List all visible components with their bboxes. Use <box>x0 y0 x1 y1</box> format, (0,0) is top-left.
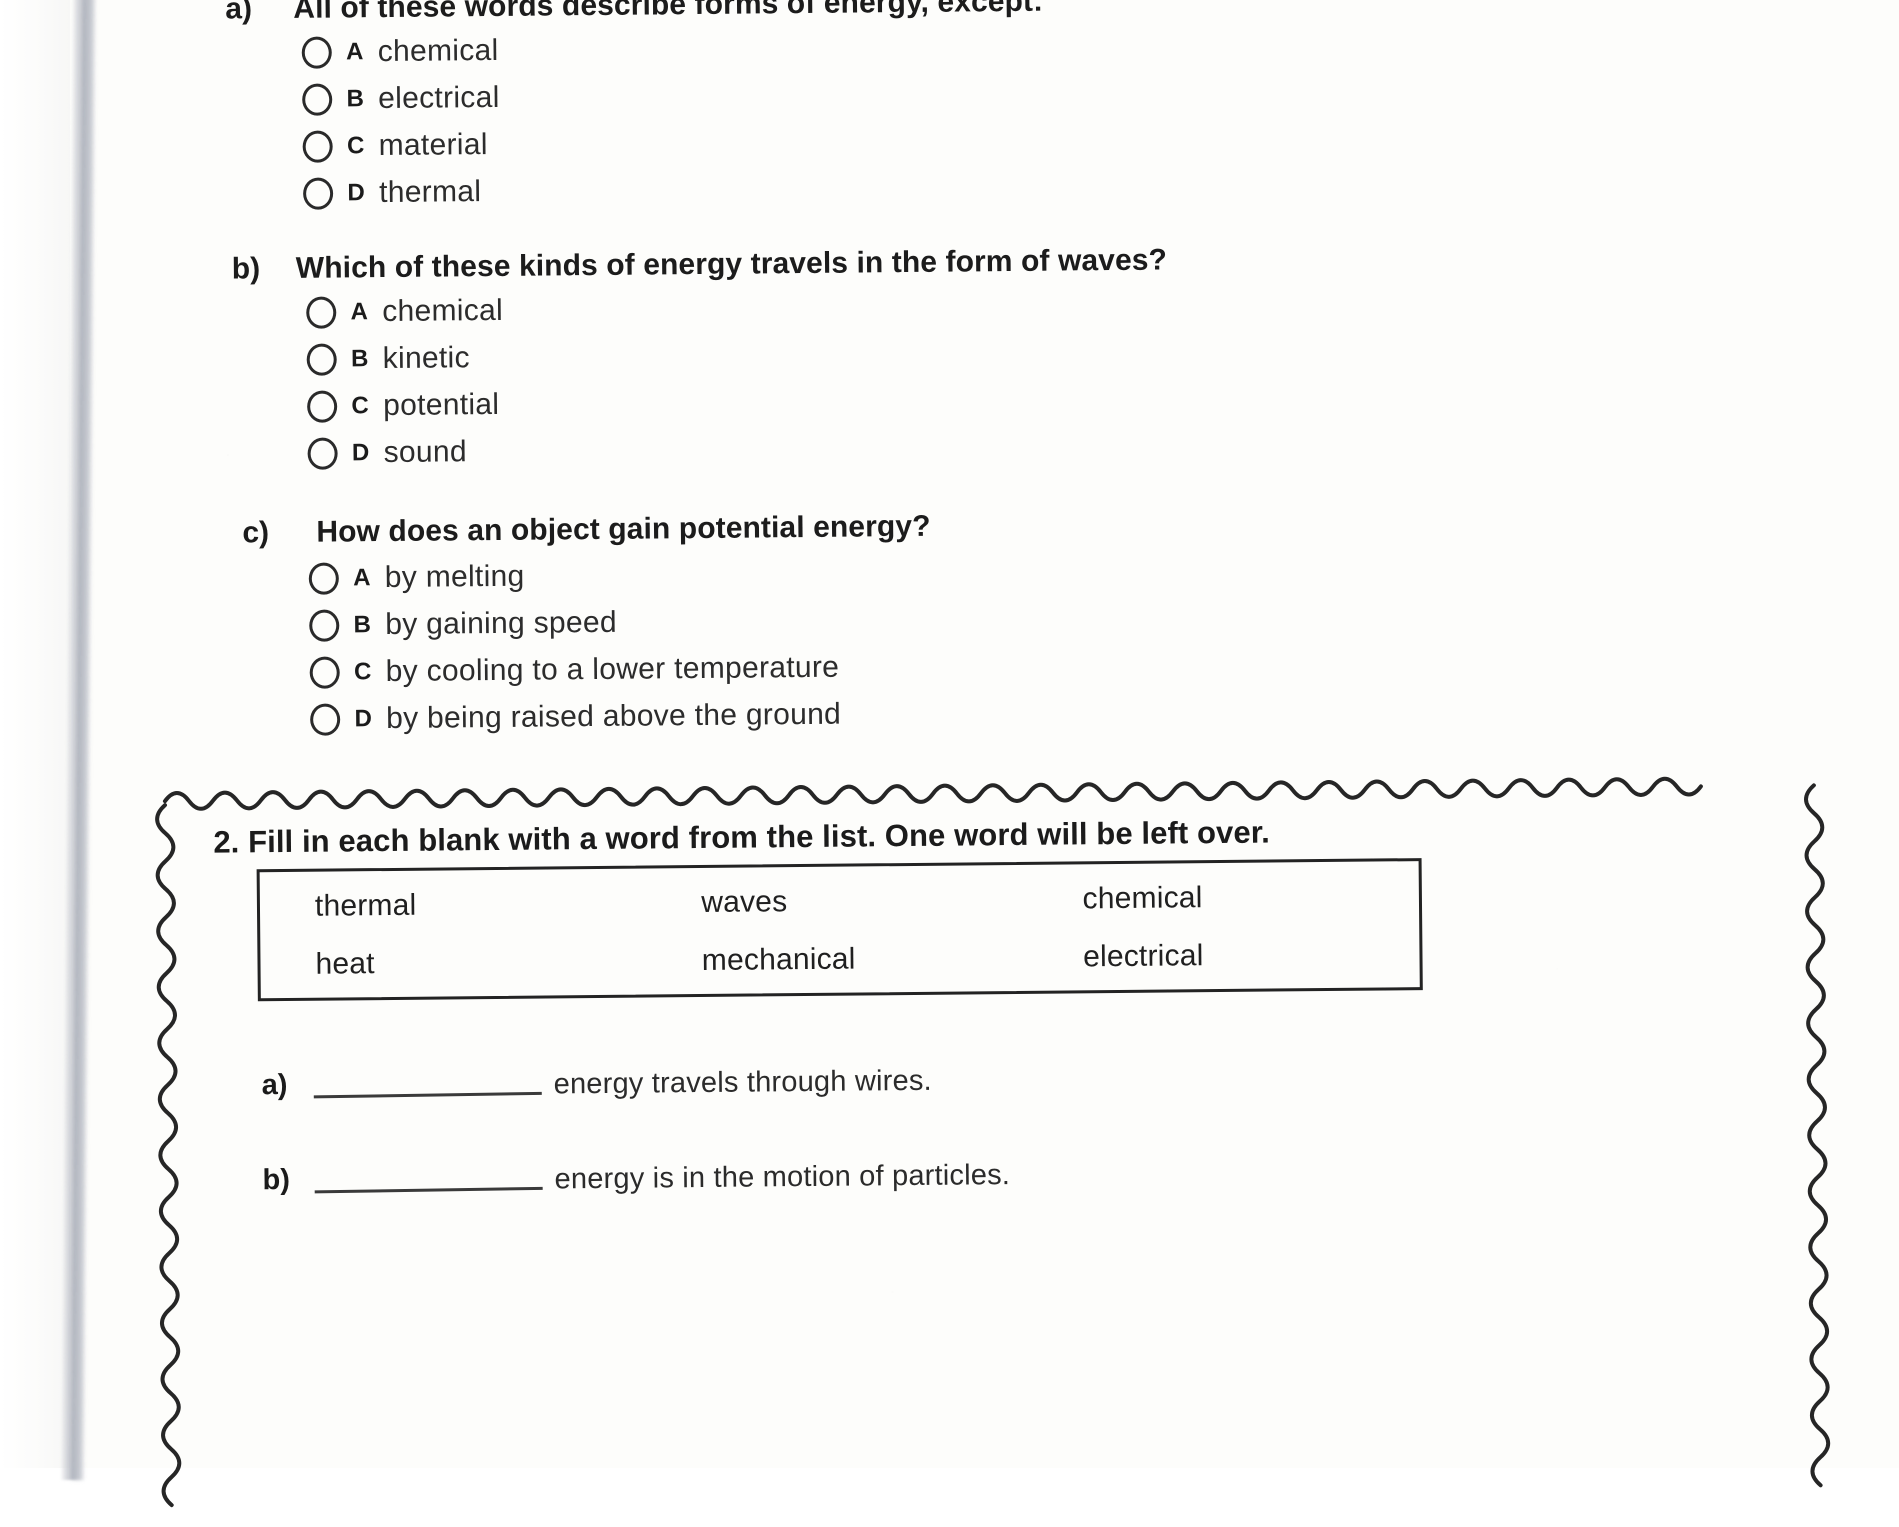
option-letter: A <box>350 298 369 326</box>
word-bank-word: thermal <box>314 888 417 923</box>
option-text: by being raised above the ground <box>386 697 842 736</box>
word-bank-word: chemical <box>1082 881 1203 916</box>
answer-bubble-icon[interactable] <box>307 437 338 470</box>
option-text: material <box>378 128 488 163</box>
answer-bubble-icon[interactable] <box>302 83 333 116</box>
option-letter: D <box>354 705 372 733</box>
option-letter: B <box>350 345 369 373</box>
option-row[interactable]: C by cooling to a lower temperature <box>309 650 840 690</box>
option-row[interactable]: A by melting <box>308 559 525 596</box>
word-bank-word: waves <box>701 885 788 919</box>
option-text: kinetic <box>382 341 471 376</box>
option-text: by melting <box>384 559 525 595</box>
option-text: thermal <box>378 175 482 210</box>
question-b-letter: b) <box>231 252 261 286</box>
option-letter: A <box>353 564 371 592</box>
question-2-callout: 2. Fill in each blank with a word from t… <box>151 749 1831 1508</box>
option-row[interactable]: C potential <box>307 388 499 424</box>
option-text: electrical <box>378 80 500 116</box>
option-text: potential <box>383 387 500 423</box>
fill-blank-row-b[interactable]: b) energy is in the motion of particles. <box>262 1157 1010 1199</box>
word-bank-box: thermal waves chemical heat mechanical e… <box>256 858 1423 1002</box>
worksheet-page: a) All of these words describe forms of … <box>0 0 1899 1508</box>
option-row[interactable]: D sound <box>307 435 467 471</box>
fill-blank-text: energy is in the motion of particles. <box>554 1159 1011 1196</box>
fill-blank-text: energy travels through wires. <box>553 1064 932 1101</box>
option-letter: A <box>345 38 364 66</box>
option-letter: C <box>346 132 365 160</box>
answer-blank-input[interactable] <box>314 1186 543 1194</box>
answer-bubble-icon[interactable] <box>309 609 340 642</box>
option-row[interactable]: D thermal <box>302 175 482 211</box>
option-row[interactable]: A chemical <box>301 33 499 70</box>
option-letter: D <box>351 439 370 467</box>
option-text: by gaining speed <box>385 605 618 642</box>
answer-bubble-icon[interactable] <box>306 343 337 376</box>
answer-bubble-icon[interactable] <box>306 296 337 329</box>
option-row[interactable]: B electrical <box>302 81 500 117</box>
question-c-letter: c) <box>242 516 270 550</box>
question-a-stem: All of these words describe forms of ene… <box>293 0 1044 25</box>
answer-bubble-icon[interactable] <box>308 562 339 595</box>
word-bank-word: electrical <box>1082 939 1204 974</box>
option-row[interactable]: B kinetic <box>306 341 471 377</box>
option-text: chemical <box>377 33 499 69</box>
word-bank-word: heat <box>315 947 375 981</box>
answer-bubble-icon[interactable] <box>301 36 332 69</box>
option-row[interactable]: A chemical <box>306 294 503 330</box>
option-letter: B <box>346 85 365 113</box>
answer-bubble-icon[interactable] <box>307 390 338 423</box>
fill-blank-row-a[interactable]: a) energy travels through wires. <box>262 1063 932 1104</box>
word-bank-word: mechanical <box>701 942 856 977</box>
option-letter: B <box>353 611 372 639</box>
answer-bubble-icon[interactable] <box>310 703 341 736</box>
question-a-letter: a) <box>225 0 253 26</box>
option-row[interactable]: B by gaining speed <box>309 606 617 643</box>
answer-bubble-icon[interactable] <box>302 130 333 163</box>
fill-blank-letter: a) <box>261 1068 288 1102</box>
answer-bubble-icon[interactable] <box>309 656 340 689</box>
question-c-stem: How does an object gain potential energy… <box>316 509 931 549</box>
question-b-stem: Which of these kinds of energy travels i… <box>295 243 1168 285</box>
question-c: c) How does an object gain potential ene… <box>242 504 1542 736</box>
option-text: by cooling to a lower temperature <box>385 650 840 689</box>
option-text: chemical <box>382 293 504 329</box>
option-row[interactable]: C material <box>302 128 488 164</box>
option-letter: D <box>347 179 365 207</box>
option-text: sound <box>383 435 468 470</box>
option-letter: C <box>353 658 372 686</box>
answer-bubble-icon[interactable] <box>302 177 334 210</box>
option-letter: C <box>351 392 369 420</box>
option-row[interactable]: D by being raised above the ground <box>310 698 841 737</box>
answer-blank-input[interactable] <box>313 1091 542 1099</box>
fill-blank-letter: b) <box>262 1163 291 1197</box>
question-b: b) Which of these kinds of energy travel… <box>232 240 1532 470</box>
